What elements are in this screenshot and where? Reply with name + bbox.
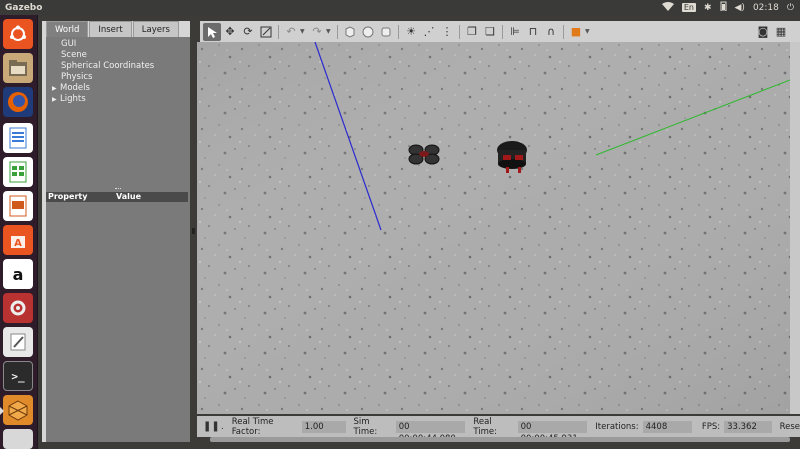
impress-icon[interactable] [3,191,33,221]
real-time-label: Real Time: [473,416,498,437]
real-time-value: 00 00:00:45.931 [517,420,588,444]
property-column-header: Property [48,192,88,201]
iterations-value: 4408 [642,420,692,433]
tree-item-models[interactable]: ▶ Models [46,83,190,94]
tab-insert[interactable]: Insert [89,21,132,37]
undo-icon[interactable]: ↶ [282,23,300,41]
spot-light-icon[interactable]: ⋰ [420,23,438,41]
software-center-icon[interactable]: A [3,225,33,255]
viewport-toolbar: ✥ ⟳ ↶ ▼ ↷ ▼ ☀ ⋰ ⋮ ❐ ❏ ⊫ ⊓ ∩ ■ ▼ ◙ ▦ [200,21,800,42]
power-icon[interactable]: ⏻ [787,3,794,13]
toolbar-separator [502,24,503,39]
tree-item-scene[interactable]: Scene [46,50,190,61]
launcher: A a >_ [0,15,38,449]
tree-item-physics[interactable]: Physics [46,72,190,83]
gazebo-icon[interactable] [0,395,33,425]
tree-item-lights[interactable]: ▶ Lights [46,94,190,105]
bluetooth-icon[interactable]: ✱ [704,3,712,13]
screenshot-icon[interactable]: ◙ [754,23,772,41]
calc-icon[interactable] [3,157,33,187]
expand-arrow-icon[interactable]: ▶ [52,94,60,105]
top-panel: Gazebo En ✱ ◀) 02:18 ⏻ [0,0,800,15]
record-video-icon[interactable]: ▦ [772,23,790,41]
redo-icon[interactable]: ↷ [308,23,326,41]
right-panel-strip [790,42,800,414]
tree-item-gui[interactable]: GUI [46,39,190,50]
files-icon[interactable] [3,53,33,83]
point-light-icon[interactable]: ☀ [402,23,420,41]
tree-item-spherical-coordinates[interactable]: Spherical Coordinates [46,61,190,72]
rotate-mode-icon[interactable]: ⟳ [239,23,257,41]
change-view-icon[interactable]: ■ [567,23,585,41]
system-settings-icon[interactable] [3,293,33,323]
tab-layers[interactable]: Layers [132,21,179,37]
panel-splitter-handle[interactable] [115,188,121,190]
fps-label: FPS: [701,421,721,432]
firefox-icon[interactable] [3,87,33,117]
toolbar-separator [337,24,338,39]
cylinder-shape-icon[interactable] [377,23,395,41]
copy-icon[interactable]: ❐ [463,23,481,41]
toolbar-separator [398,24,399,39]
iterations-label: Iterations: [595,421,639,432]
time-status-bar: ❚❚ . Real Time Factor: 1.00 Sim Time: 00… [197,416,800,444]
battery-icon[interactable] [720,1,727,14]
real-time-factor-label: Real Time Factor: [231,416,274,437]
step-button[interactable]: . [221,422,224,432]
pause-icon[interactable]: ❚❚ [203,421,220,432]
snap-icon[interactable]: ⊓ [524,23,542,41]
align-icon[interactable]: ⊫ [506,23,524,41]
toolbar-separator [278,24,279,39]
fps-value: 33.362 [724,420,772,433]
view-dropdown-icon[interactable]: ▼ [585,28,593,35]
keyboard-layout-indicator[interactable]: En [681,3,696,12]
window-title: Gazebo [5,2,43,13]
undo-dropdown-icon[interactable]: ▼ [300,28,308,35]
text-editor-icon[interactable] [3,327,33,357]
translate-mode-icon[interactable]: ✥ [221,23,239,41]
clock[interactable]: 02:18 [753,3,779,13]
sphere-shape-icon[interactable] [359,23,377,41]
left-panel: World Insert Layers GUI Scene Spherical … [42,21,190,442]
volume-icon[interactable]: ◀) [735,3,745,13]
amazon-icon[interactable]: a [3,259,33,289]
writer-icon[interactable] [3,123,33,153]
redo-dropdown-icon[interactable]: ▼ [326,28,334,35]
wifi-icon[interactable] [661,1,674,14]
3d-viewport[interactable] [197,42,790,414]
sim-time-value: 00 00:00:44.080 [395,420,466,444]
expand-arrow-icon[interactable]: ▶ [52,83,60,94]
toolbar-separator [459,24,460,39]
sim-time-label: Sim Time: [353,416,378,437]
trash-icon[interactable] [3,429,33,449]
world-panel: GUI Scene Spherical Coordinates Physics … [46,37,190,442]
scale-mode-icon[interactable] [257,23,275,41]
directional-light-icon[interactable]: ⋮ [438,23,456,41]
value-column-header: Value [116,192,142,201]
ubuntu-dash-icon[interactable] [3,19,33,49]
property-header: Property Value [46,192,188,202]
horizontal-scrollbar[interactable] [210,437,790,442]
reset-time-button[interactable]: Rese [780,422,800,432]
system-tray: En ✱ ◀) 02:18 ⏻ [661,0,794,15]
svg-text:A: A [14,238,22,249]
select-mode-icon[interactable] [203,22,221,41]
left-panel-collapse-handle[interactable] [192,228,195,234]
world-tree: GUI Scene Spherical Coordinates Physics … [46,39,190,105]
terminal-icon[interactable]: >_ [3,361,33,391]
panel-tabs: World Insert Layers [46,21,179,37]
real-time-factor-value: 1.00 [301,420,346,433]
magnet-icon[interactable]: ∩ [542,23,560,41]
scene-canvas[interactable] [197,42,790,414]
paste-icon[interactable]: ❏ [481,23,499,41]
tab-world[interactable]: World [46,21,89,37]
box-shape-icon[interactable] [341,23,359,41]
toolbar-separator [563,24,564,39]
